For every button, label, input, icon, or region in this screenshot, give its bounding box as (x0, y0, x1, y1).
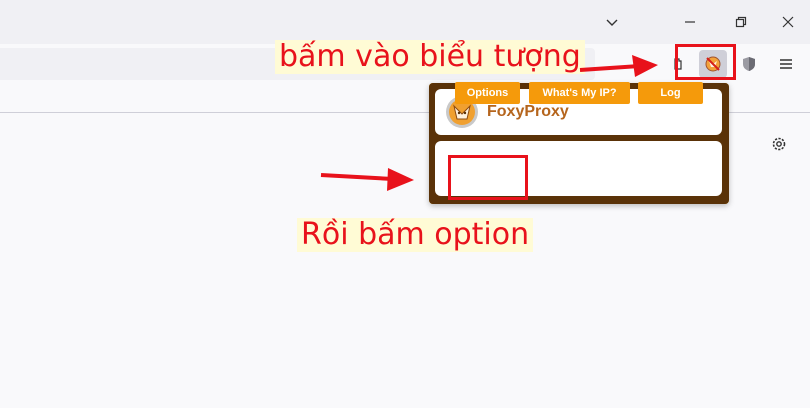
arrow-to-toolbar-icon (579, 55, 658, 77)
annotation-box-options-button (448, 155, 528, 200)
annotation-box-toolbar-icon (675, 44, 736, 80)
arrow-to-options-button (320, 168, 414, 191)
